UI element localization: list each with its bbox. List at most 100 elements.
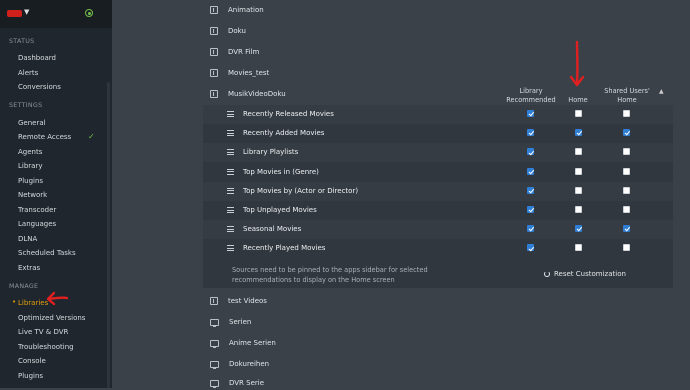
library-checkbox[interactable]: [527, 186, 534, 194]
library-label: test Videos: [228, 297, 267, 305]
library-row-musikvideodoku[interactable]: MusikVideoDoku: [210, 87, 286, 101]
sidebar-item-plugins-manage[interactable]: Plugins: [18, 372, 43, 380]
reset-label: Reset Customization: [554, 270, 626, 278]
section-manage: MANAGE: [9, 283, 39, 290]
library-row-movies-test[interactable]: Movies_test: [210, 66, 269, 80]
drag-handle-icon[interactable]: [227, 245, 234, 252]
library-label: DVR Serie: [229, 379, 265, 387]
sidebar-item-languages[interactable]: Languages: [18, 220, 56, 228]
column-header-line: Shared Users': [604, 87, 650, 95]
recommendation-label: Top Unplayed Movies: [243, 206, 317, 214]
library-label: DVR Film: [228, 48, 260, 56]
library-row-doku[interactable]: Doku: [210, 24, 246, 38]
sidebar-item-library[interactable]: Library: [18, 162, 42, 170]
home-checkbox[interactable]: [575, 148, 582, 156]
library-checkbox[interactable]: [527, 206, 534, 213]
active-indicator-icon: •: [12, 298, 17, 306]
recommendation-row[interactable]: Top Movies by (Actor or Director): [203, 181, 673, 201]
home-checkbox[interactable]: [575, 186, 582, 194]
library-checkbox[interactable]: [527, 225, 534, 233]
sidebar-item-network[interactable]: Network: [18, 191, 47, 199]
drag-handle-icon[interactable]: [227, 130, 234, 137]
recommendation-row[interactable]: Top Unplayed Movies: [203, 201, 673, 220]
sidebar-item-scheduled-tasks[interactable]: Scheduled Tasks: [18, 249, 76, 257]
chevron-down-icon[interactable]: ▼: [24, 8, 29, 16]
drag-handle-icon[interactable]: [227, 226, 234, 233]
library-checkbox[interactable]: [527, 148, 534, 156]
shared-checkbox[interactable]: [623, 225, 630, 233]
sidebar-item-extras[interactable]: Extras: [18, 264, 40, 272]
server-status-icon: [85, 9, 93, 17]
sidebar-item-console[interactable]: Console: [18, 357, 46, 365]
recommendation-row[interactable]: Library Playlists: [203, 143, 673, 163]
library-label: Serien: [229, 318, 252, 326]
home-checkbox[interactable]: [575, 244, 582, 252]
server-name-redacted: [7, 10, 22, 17]
drag-handle-icon[interactable]: [227, 207, 234, 213]
recommendation-row[interactable]: Seasonal Movies: [203, 220, 673, 240]
library-checkbox[interactable]: [527, 110, 534, 117]
recommendation-label: Top Movies by (Actor or Director): [243, 186, 359, 195]
sidebar-item-remote-access[interactable]: Remote Access: [18, 133, 71, 141]
library-row-serien[interactable]: Serien: [210, 315, 251, 329]
recommendation-row[interactable]: Top Movies in (Genre): [203, 163, 673, 182]
sidebar-item-live-tv-dvr[interactable]: Live TV & DVR: [18, 328, 68, 336]
home-checkbox[interactable]: [575, 129, 582, 137]
recommendation-row[interactable]: Recently Released Movies: [203, 105, 673, 124]
sidebar-item-dlna[interactable]: DLNA: [18, 235, 37, 243]
library-row-dvr-film[interactable]: DVR Film: [210, 45, 259, 59]
library-label: Dokureihen: [229, 360, 270, 368]
settings-sidebar: ▼ STATUS Dashboard Alerts Conversions SE…: [0, 0, 112, 388]
library-label: Doku: [228, 27, 246, 35]
sidebar-item-conversions[interactable]: Conversions: [18, 83, 61, 91]
library-checkbox[interactable]: [527, 244, 534, 252]
sidebar-item-transcoder[interactable]: Transcoder: [18, 206, 56, 214]
server-selector[interactable]: ▼: [0, 0, 112, 28]
shared-checkbox[interactable]: [623, 148, 630, 156]
recommendation-label: Recently Released Movies: [243, 110, 334, 118]
recommendation-label: Seasonal Movies: [243, 225, 302, 234]
shared-checkbox[interactable]: [623, 129, 630, 137]
sidebar-item-agents[interactable]: Agents: [18, 148, 42, 156]
sidebar-scrollbar[interactable]: [107, 82, 110, 388]
shared-checkbox[interactable]: [623, 186, 630, 194]
recommendation-label: Recently Played Movies: [243, 244, 326, 253]
sidebar-item-alerts[interactable]: Alerts: [18, 69, 38, 77]
sidebar-item-dashboard[interactable]: Dashboard: [18, 54, 56, 62]
library-checkbox[interactable]: [527, 167, 534, 175]
sidebar-item-troubleshooting[interactable]: Troubleshooting: [18, 343, 74, 351]
recommendation-row[interactable]: Recently Played Movies: [203, 239, 673, 258]
drag-handle-icon[interactable]: [227, 168, 234, 175]
library-row-anime-serien[interactable]: Anime Serien: [210, 336, 276, 350]
section-status: STATUS: [9, 38, 35, 45]
home-checkbox[interactable]: [575, 167, 582, 175]
annotation-arrow-left-icon: [46, 291, 68, 306]
shared-checkbox[interactable]: [623, 110, 630, 117]
shared-checkbox[interactable]: [623, 167, 630, 175]
library-label: MusikVideoDoku: [228, 90, 286, 98]
home-checkbox[interactable]: [575, 225, 582, 233]
home-checkbox[interactable]: [575, 110, 582, 117]
shared-checkbox[interactable]: [623, 206, 630, 213]
drag-handle-icon[interactable]: [227, 111, 234, 117]
film-icon: [210, 48, 218, 56]
drag-handle-icon[interactable]: [227, 149, 234, 156]
section-settings: SETTINGS: [9, 102, 43, 109]
drag-handle-icon[interactable]: [227, 187, 234, 194]
collapse-chevron-icon[interactable]: ▲: [659, 88, 664, 95]
sidebar-item-optimized-versions[interactable]: Optimized Versions: [18, 314, 85, 322]
library-checkbox[interactable]: [527, 129, 534, 137]
sidebar-item-libraries[interactable]: Libraries: [18, 299, 48, 307]
library-row-dokureihen[interactable]: Dokureihen: [210, 357, 269, 371]
film-icon: [210, 69, 218, 77]
tv-icon: [210, 318, 219, 327]
shared-checkbox[interactable]: [623, 244, 630, 252]
reset-customization-button[interactable]: Reset Customization: [544, 270, 626, 278]
library-row-animation[interactable]: Animation: [210, 3, 264, 17]
recommendation-row[interactable]: Recently Added Movies: [203, 124, 673, 143]
home-checkbox[interactable]: [575, 206, 582, 213]
sidebar-item-plugins[interactable]: Plugins: [18, 177, 43, 185]
sidebar-item-general[interactable]: General: [18, 119, 46, 127]
library-row-test-videos[interactable]: test Videos: [210, 294, 267, 308]
refresh-icon: [544, 271, 550, 277]
